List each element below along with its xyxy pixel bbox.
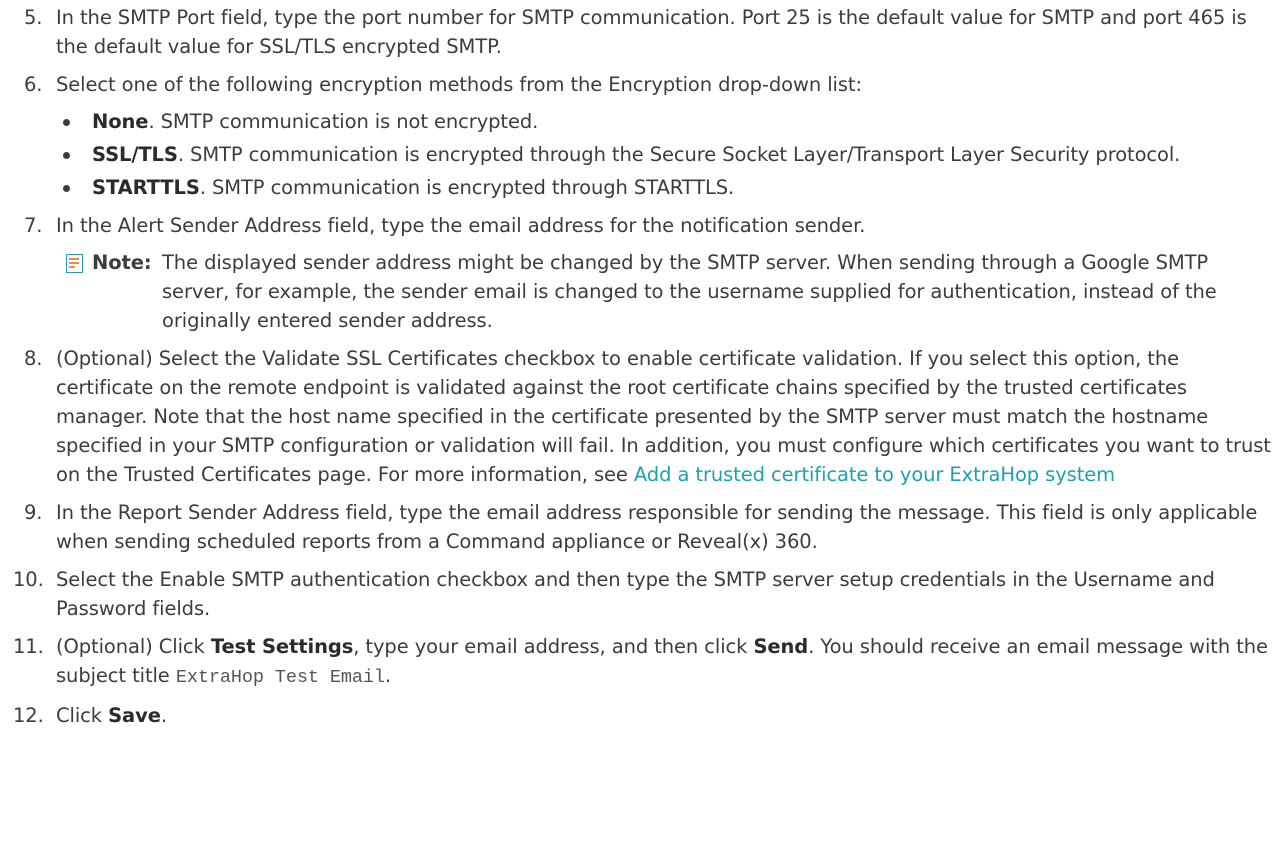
step-10: 10. Select the Enable SMTP authenticatio… xyxy=(0,565,1277,623)
step-6: 6. Select one of the following encryptio… xyxy=(0,70,1277,202)
option-name: None xyxy=(92,110,149,133)
step-text: In the SMTP Port field, type the port nu… xyxy=(56,6,1247,58)
option-desc: . SMTP communication is encrypted throug… xyxy=(199,176,735,199)
email-subject-code: ExtraHop Test Email xyxy=(175,667,385,688)
save-label: Save xyxy=(108,704,161,727)
step-text: . xyxy=(384,664,391,687)
test-settings-label: Test Settings xyxy=(210,635,354,658)
step-5: 5. In the SMTP Port field, type the port… xyxy=(0,3,1277,61)
list-item: STARTTLS. SMTP communication is encrypte… xyxy=(56,173,1273,202)
step-text: . xyxy=(160,704,167,727)
step-text: In the Alert Sender Address field, type … xyxy=(56,214,866,237)
step-text: Select one of the following encryption m… xyxy=(56,73,862,96)
step-number: 10. xyxy=(13,568,44,591)
send-label: Send xyxy=(753,635,809,658)
trusted-certificate-link[interactable]: Add a trusted certificate to your ExtraH… xyxy=(634,463,1115,486)
bullet-icon xyxy=(63,119,70,126)
step-text: , type your email address, and then clic… xyxy=(353,635,754,658)
instruction-document: 5. In the SMTP Port field, type the port… xyxy=(0,0,1277,730)
step-number: 7. xyxy=(24,214,43,237)
step-number: 12. xyxy=(13,704,44,727)
step-number: 9. xyxy=(24,501,43,524)
note-icon xyxy=(66,254,83,273)
encryption-options-list: None. SMTP communication is not encrypte… xyxy=(56,107,1273,202)
step-12: 12. Click Save. xyxy=(0,701,1277,730)
list-item: SSL/TLS. SMTP communication is encrypted… xyxy=(56,140,1273,169)
step-number: 8. xyxy=(24,347,43,370)
option-desc: . SMTP communication is not encrypted. xyxy=(148,110,539,133)
step-number: 11. xyxy=(13,635,44,658)
step-8: 8. (Optional) Select the Validate SSL Ce… xyxy=(0,344,1277,489)
step-number: 5. xyxy=(24,6,43,29)
list-item: None. SMTP communication is not encrypte… xyxy=(56,107,1273,136)
option-name: SSL/TLS xyxy=(92,143,178,166)
note-label: Note: xyxy=(92,251,152,274)
step-text: Select the Enable SMTP authentication ch… xyxy=(56,568,1215,620)
step-number: 6. xyxy=(24,73,43,96)
step-text: In the Report Sender Address field, type… xyxy=(56,501,1258,553)
step-text: (Optional) Click xyxy=(56,635,211,658)
step-text: Click xyxy=(56,704,109,727)
option-name: STARTTLS xyxy=(92,176,200,199)
step-11: 11. (Optional) Click Test Settings, type… xyxy=(0,632,1277,692)
step-9: 9. In the Report Sender Address field, t… xyxy=(0,498,1277,556)
note-box: Note: The displayed sender address might… xyxy=(56,248,1273,335)
step-7: 7. In the Alert Sender Address field, ty… xyxy=(0,211,1277,335)
bullet-icon xyxy=(63,185,70,192)
note-text: The displayed sender address might be ch… xyxy=(162,251,1217,332)
bullet-icon xyxy=(63,152,70,159)
option-desc: . SMTP communication is encrypted throug… xyxy=(177,143,1181,166)
